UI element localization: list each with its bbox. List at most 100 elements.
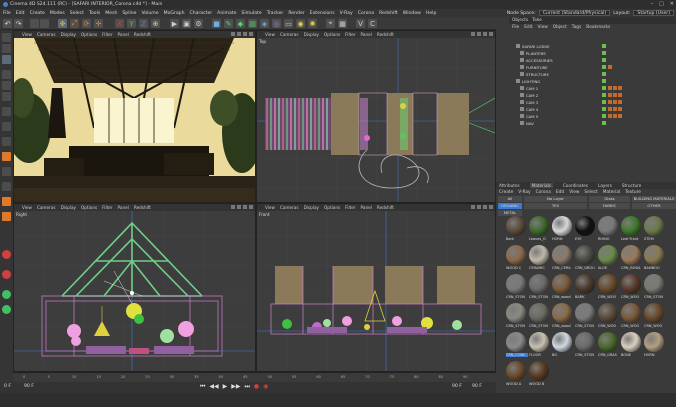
tab-attributes[interactable]: Attributes [499, 183, 520, 188]
menu-item-animate[interactable]: Animate [217, 11, 236, 16]
previous-key-icon[interactable]: ◀◀ [209, 383, 218, 391]
objects-menu-object[interactable]: Object [553, 25, 567, 30]
menu-item-mesh[interactable]: Mesh [105, 11, 117, 16]
redo-icon[interactable]: ↷ [14, 19, 23, 28]
objects-menu-tags[interactable]: Tags [572, 25, 582, 30]
redshift-ipr-icon[interactable] [2, 290, 11, 299]
material-tag-icon[interactable] [608, 107, 612, 111]
snap-icon[interactable]: ⌖ [326, 19, 335, 28]
redshift-render-icon[interactable] [2, 270, 11, 279]
menu-item-tracker[interactable]: Tracker [267, 11, 284, 16]
material-swatch[interactable]: WOOD A [506, 361, 526, 389]
objects-menu-file[interactable]: File [512, 25, 519, 30]
menu-item-modes[interactable]: Modes [50, 11, 65, 16]
materials-menu-material[interactable]: Material [603, 190, 620, 195]
layer-category-building-materials[interactable]: BUILDING MATERIALS [632, 196, 676, 202]
visibility-toggle-icon[interactable] [602, 58, 606, 62]
camera-tag-icon[interactable] [613, 107, 617, 111]
menu-item-render[interactable]: Render [288, 11, 304, 16]
zoom-icon[interactable] [237, 205, 241, 209]
snap-enable-icon[interactable] [2, 152, 11, 161]
visibility-toggle-icon[interactable] [602, 121, 606, 125]
vray-tool-icon[interactable] [2, 212, 11, 221]
material-swatch[interactable]: WOOD C [506, 245, 526, 273]
pan-icon[interactable] [231, 32, 235, 36]
viewport-menu-view[interactable]: View [265, 205, 275, 210]
visibility-toggle-icon[interactable] [602, 79, 606, 83]
timeline-ruler[interactable]: 0 5 10 15 20 25 30 35 40 45 50 55 60 65 70 75 80 85 90 [13, 372, 496, 382]
start-frame-field[interactable]: 0 F [4, 384, 11, 389]
live-select-icon[interactable] [30, 19, 39, 28]
pan-icon[interactable] [231, 205, 235, 209]
camera-tag-icon[interactable] [613, 114, 617, 118]
close-button[interactable]: ✕ [670, 1, 674, 7]
menu-item-edit[interactable]: Edit [16, 11, 25, 16]
material-swatch[interactable]: CRN_STON [506, 274, 526, 302]
corona-tool-icon[interactable] [2, 197, 11, 206]
viewport-menu-redshift[interactable]: Redshift [134, 32, 151, 37]
materials-menu-create[interactable]: Create [499, 190, 513, 195]
viewport-menu-view[interactable]: View [265, 32, 275, 37]
maximize-view-icon[interactable] [249, 205, 253, 209]
viewport-menu-filter[interactable]: Filter [345, 32, 355, 37]
visibility-toggle-icon[interactable] [602, 72, 606, 76]
materials-menu-view[interactable]: View [569, 190, 579, 195]
objects-menu-bookmarks[interactable]: Bookmarks [586, 25, 610, 30]
layer-category-fabric[interactable]: FABRIC [589, 203, 630, 209]
orbit-icon[interactable] [243, 32, 247, 36]
menu-item-spline[interactable]: Spline [122, 11, 136, 16]
protection-tag-icon[interactable] [618, 100, 622, 104]
material-swatch[interactable]: FLOOR [529, 332, 549, 360]
visibility-toggle-icon[interactable] [602, 93, 606, 97]
cloner-icon[interactable]: ◈ [260, 19, 269, 28]
material-swatch[interactable]: CRN_CONC [506, 332, 528, 360]
maximize-button[interactable]: □ [659, 1, 664, 7]
menu-item-help[interactable]: Help [426, 11, 436, 16]
orbit-icon[interactable] [483, 205, 487, 209]
model-mode-icon[interactable] [2, 44, 11, 53]
material-swatch[interactable]: HORN [552, 216, 572, 244]
layer-category-no-layer[interactable]: No Layer [524, 196, 587, 202]
record-icon[interactable]: ● [254, 383, 259, 391]
material-swatch[interactable]: CRN_STON [575, 303, 595, 331]
menu-item-select[interactable]: Select [70, 11, 84, 16]
object-row[interactable]: CAM 3 [510, 99, 668, 105]
zoom-icon[interactable] [477, 205, 481, 209]
material-swatch[interactable]: Leaves_G [529, 216, 549, 244]
light-icon[interactable]: ✺ [308, 19, 317, 28]
viewport-menu-panel[interactable]: Panel [118, 205, 129, 210]
menu-item-simulate[interactable]: Simulate [241, 11, 261, 16]
material-swatch[interactable]: BARK [575, 274, 595, 302]
tab-take[interactable]: Take [532, 18, 542, 23]
texture-mode-icon[interactable] [2, 55, 11, 64]
scale-tool-icon[interactable]: ⤢ [70, 19, 79, 28]
render-settings-icon[interactable]: ⚙ [194, 19, 203, 28]
protection-tag-icon[interactable] [618, 114, 622, 118]
visibility-toggle-icon[interactable] [602, 114, 606, 118]
redshift-material-icon[interactable] [2, 305, 11, 314]
viewport-menu-redshift[interactable]: Redshift [134, 205, 151, 210]
menu-item-corona[interactable]: Corona [358, 11, 374, 16]
layer-category-all[interactable]: All [498, 196, 522, 202]
viewport-menu-view[interactable]: View [22, 32, 32, 37]
material-tag-icon[interactable] [608, 65, 612, 69]
render-picture-viewer-icon[interactable]: ▣ [182, 19, 191, 28]
material-swatch[interactable]: RHINO [598, 216, 618, 244]
y-axis-icon[interactable]: Y [127, 19, 136, 28]
corona-icon[interactable]: C [368, 19, 377, 28]
layer-category-organic[interactable]: ORGANIC [498, 203, 522, 209]
menu-item-redshift[interactable]: Redshift [379, 11, 398, 16]
material-swatch[interactable]: CRN_GROU [575, 245, 595, 273]
viewport-top[interactable]: View Cameras Display Options Filter Panel Reds… [256, 30, 496, 203]
camera-tag-icon[interactable] [613, 86, 617, 90]
viewport-front[interactable]: View Cameras Display Options Filter Panel Reds… [256, 203, 496, 372]
rotate-tool-icon[interactable]: ⟳ [82, 19, 91, 28]
object-row[interactable]: CAM 4 [510, 106, 668, 112]
viewport-menu-filter[interactable]: Filter [102, 32, 112, 37]
viewport-menu-panel[interactable]: Panel [118, 32, 129, 37]
z-axis-icon[interactable]: Z [139, 19, 148, 28]
material-tag-icon[interactable] [608, 86, 612, 90]
preview-end-field[interactable]: 90 F [472, 384, 482, 389]
visibility-toggle-icon[interactable] [602, 65, 606, 69]
menu-item-tools[interactable]: Tools [89, 11, 100, 16]
